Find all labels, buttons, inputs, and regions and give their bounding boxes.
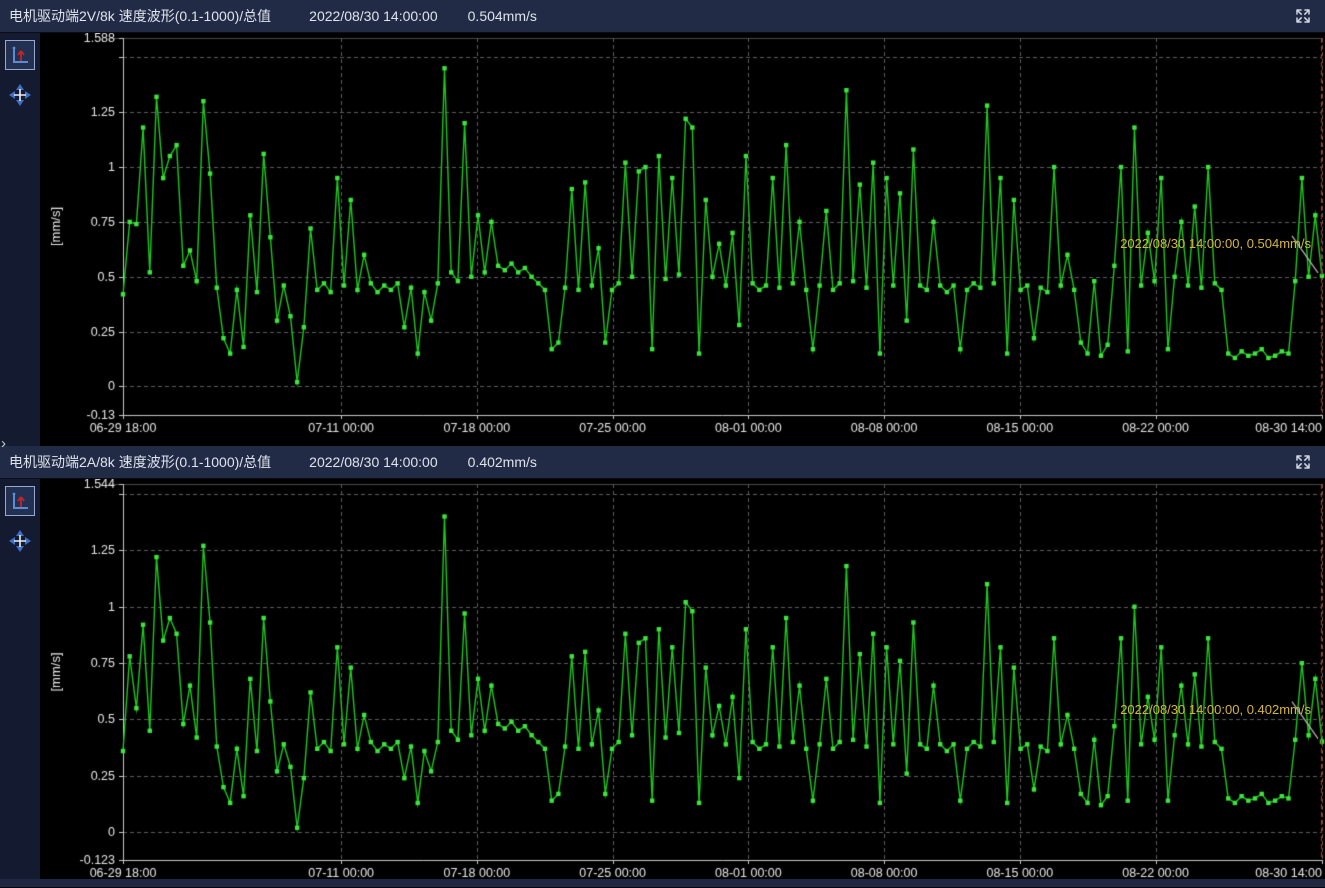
plot-region: 2022/08/30 14:00:00, 0.504mm/s <box>40 33 1325 446</box>
chart-body: 2022/08/30 14:00:00, 0.402mm/s <box>0 479 1325 879</box>
fullscreen-icon[interactable] <box>1293 6 1313 26</box>
chart-header: 电机驱动端2A/8k 速度波形(0.1-1000)/总值 2022/08/30 … <box>0 446 1325 479</box>
trend-panel-2a: 电机驱动端2A/8k 速度波形(0.1-1000)/总值 2022/08/30 … <box>0 446 1325 879</box>
chart-header: 电机驱动端2V/8k 速度波形(0.1-1000)/总值 2022/08/30 … <box>0 0 1325 33</box>
monitoring-app: { "app": { "collapse_chevron": "\u203a" … <box>0 0 1325 888</box>
pan-tool[interactable] <box>7 82 33 108</box>
chart-toolbar <box>0 479 40 879</box>
plot-region: 2022/08/30 14:00:00, 0.402mm/s <box>40 479 1325 879</box>
chart-title: 电机驱动端2V/8k 速度波形(0.1-1000)/总值 <box>9 6 271 26</box>
chart-title: 电机驱动端2A/8k 速度波形(0.1-1000)/总值 <box>9 452 271 472</box>
cursor-timestamp: 2022/08/30 14:00:00 <box>309 454 437 470</box>
trend-chart-canvas[interactable] <box>40 33 1325 446</box>
y-scale-tool[interactable] <box>5 40 35 70</box>
trend-panel-2v: 电机驱动端2V/8k 速度波形(0.1-1000)/总值 2022/08/30 … <box>0 0 1325 446</box>
y-scale-tool[interactable] <box>5 486 35 516</box>
cursor-timestamp: 2022/08/30 14:00:00 <box>309 8 437 24</box>
pan-tool[interactable] <box>7 528 33 554</box>
bottom-bar <box>0 879 1325 887</box>
cursor-value: 0.402mm/s <box>468 454 537 470</box>
fullscreen-icon[interactable] <box>1293 452 1313 472</box>
chart-toolbar <box>0 33 40 446</box>
trend-chart-canvas[interactable] <box>40 479 1325 879</box>
chart-body: 2022/08/30 14:00:00, 0.504mm/s <box>0 33 1325 446</box>
expand-sidebar-chevron-icon[interactable]: › <box>1 437 6 451</box>
cursor-value: 0.504mm/s <box>468 8 537 24</box>
